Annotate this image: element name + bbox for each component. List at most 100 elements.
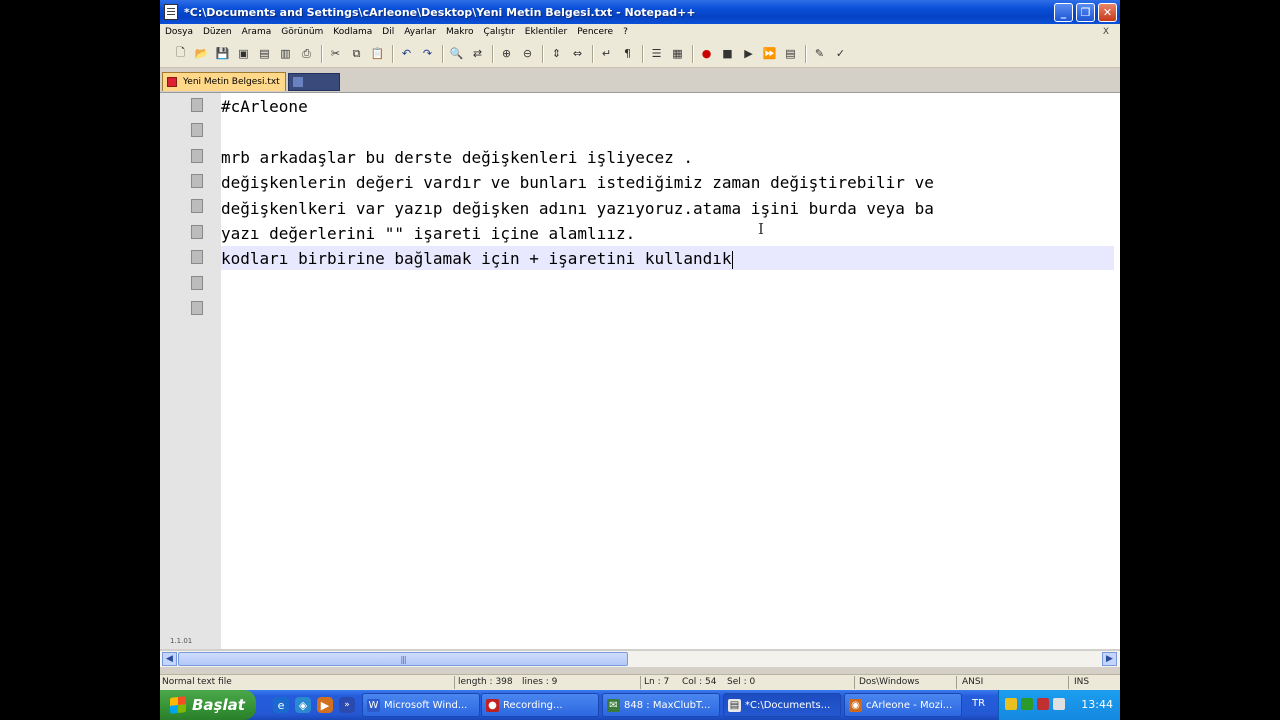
status-encoding: ANSI [962, 677, 984, 687]
redo-icon[interactable]: ↷ [419, 45, 436, 62]
wrap-icon[interactable]: ↵ [598, 45, 615, 62]
menu-makro[interactable]: Makro [441, 27, 479, 37]
indent-guide-icon[interactable]: ☰ [648, 45, 665, 62]
media-player-icon[interactable]: ▶ [317, 697, 333, 713]
menu-duzen[interactable]: Düzen [198, 27, 237, 37]
scroll-left-icon[interactable]: ◀ [162, 652, 177, 666]
scrollbar-thumb[interactable]: ||| [178, 652, 628, 666]
toolbar-separator [542, 44, 543, 63]
clock[interactable]: 13:44 [1081, 698, 1113, 711]
fold-marker [191, 123, 203, 137]
status-bar: Normal text file length : 398 lines : 9 … [160, 674, 1120, 691]
menu-eklentiler[interactable]: Eklentiler [520, 27, 572, 37]
all-chars-icon[interactable]: ¶ [619, 45, 636, 62]
menu-ayarlar[interactable]: Ayarlar [399, 27, 441, 37]
print-icon[interactable]: ⎙ [298, 45, 315, 62]
tray-security-icon[interactable] [1037, 698, 1049, 710]
tab-bar: Yeni Metin Belgesi.txt [160, 70, 1120, 93]
window-title: *C:\Documents and Settings\cArleone\Desk… [184, 5, 696, 19]
taskbar-button-mozilla[interactable]: ◉ cArleone - Mozi... [844, 693, 962, 717]
menu-help[interactable]: ? [618, 27, 633, 37]
toolbar-separator [492, 44, 493, 63]
toolbar-separator [805, 44, 806, 63]
menu-calistir[interactable]: Çalıştır [479, 27, 520, 37]
settings-icon[interactable]: ✓ [832, 45, 849, 62]
new-icon[interactable]: 🗋 [172, 45, 189, 62]
fold-marker [191, 149, 203, 163]
editor-line-6[interactable]: yazı değerlerini "" işareti içine alamlı… [221, 221, 635, 246]
gutter-footer: 1.1.01 [170, 637, 193, 645]
save-all-icon[interactable]: ▣ [235, 45, 252, 62]
scroll-right-icon[interactable]: ▶ [1102, 652, 1117, 666]
editor-line-7-text: kodları birbirine bağlamak için + işaret… [221, 249, 732, 268]
zoom-in-icon[interactable]: ⊕ [498, 45, 515, 62]
menu-pencere[interactable]: Pencere [572, 27, 618, 37]
cut-icon[interactable]: ✂ [327, 45, 344, 62]
horizontal-scrollbar[interactable]: ◀ ||| ▶ [160, 650, 1120, 667]
find-icon[interactable]: 🔍 [448, 45, 465, 62]
editor-line-3[interactable]: mrb arkadaşlar bu derste değişkenleri iş… [221, 145, 693, 170]
save-icon[interactable]: 💾 [214, 45, 231, 62]
close-button[interactable]: ✕ [1098, 2, 1117, 22]
taskbar-label: Recording... [503, 699, 563, 711]
start-label: Başlat [192, 696, 245, 714]
taskbar-button-recording[interactable]: ● Recording... [481, 693, 599, 717]
ie-icon[interactable]: e [273, 697, 289, 713]
text-editor[interactable]: #cArleone mrb arkadaşlar bu derste değiş… [221, 93, 1120, 649]
menu-dil[interactable]: Dil [377, 27, 399, 37]
save-macro-icon[interactable]: ▤ [782, 45, 799, 62]
tab-yeni-metin-belgesi[interactable]: Yeni Metin Belgesi.txt [162, 72, 286, 91]
menu-gorunum[interactable]: Görünüm [276, 27, 328, 37]
tab-second[interactable] [288, 73, 340, 91]
toolbar-separator [692, 44, 693, 63]
sync-h-icon[interactable]: ⇔ [569, 45, 586, 62]
status-separator [454, 676, 455, 689]
close-doc-icon[interactable]: X [1098, 27, 1114, 37]
taskbar-button-maxclub[interactable]: ✉ 848 : MaxClubT... [602, 693, 720, 717]
copy-icon[interactable]: ⧉ [348, 45, 365, 62]
maximize-button[interactable]: ❐ [1076, 2, 1095, 22]
taskbar: Başlat e ◈ ▶ » W Microsoft Wind... ● Rec… [160, 690, 1120, 720]
status-length: length : 398 [458, 677, 513, 687]
doc-map-icon[interactable]: ▦ [669, 45, 686, 62]
language-indicator[interactable]: TR [972, 698, 985, 709]
spellcheck-icon[interactable]: ✎ [811, 45, 828, 62]
minimize-button[interactable]: _ [1054, 2, 1073, 22]
show-desktop-icon[interactable]: ◈ [295, 697, 311, 713]
status-separator [1068, 676, 1069, 689]
sync-v-icon[interactable]: ⇕ [548, 45, 565, 62]
open-icon[interactable]: 📂 [193, 45, 210, 62]
undo-icon[interactable]: ↶ [398, 45, 415, 62]
editor-line-7[interactable]: kodları birbirine bağlamak için + işaret… [221, 246, 733, 271]
menu-dosya[interactable]: Dosya [160, 27, 198, 37]
menu-arama[interactable]: Arama [237, 27, 277, 37]
stop-macro-icon[interactable]: ■ [719, 45, 736, 62]
fold-marker [191, 174, 203, 188]
paste-icon[interactable]: 📋 [369, 45, 386, 62]
close-all-icon[interactable]: ▥ [277, 45, 294, 62]
quicklaunch-expand-icon[interactable]: » [339, 697, 355, 713]
tray-network-icon[interactable] [1021, 698, 1033, 710]
mouse-ibeam-cursor: I [758, 220, 764, 238]
close-icon[interactable]: ▤ [256, 45, 273, 62]
replace-icon[interactable]: ⇄ [469, 45, 486, 62]
editor-line-1[interactable]: #cArleone [221, 94, 308, 119]
editor-line-4[interactable]: değişkenlerin değeri vardır ve bunları i… [221, 170, 934, 195]
play-macro-icon[interactable]: ▶ [740, 45, 757, 62]
record-macro-icon[interactable]: ● [698, 45, 715, 62]
menu-kodlama[interactable]: Kodlama [328, 27, 377, 37]
zoom-out-icon[interactable]: ⊖ [519, 45, 536, 62]
taskbar-button-microsoft-word[interactable]: W Microsoft Wind... [362, 693, 480, 717]
tray-volume-icon[interactable] [1053, 698, 1065, 710]
toolbar-separator [392, 44, 393, 63]
title-bar[interactable]: *C:\Documents and Settings\cArleone\Desk… [160, 0, 1120, 24]
line-number-gutter[interactable]: 1.1.01 [160, 93, 222, 649]
run-macro-multiple-icon[interactable]: ⏩ [761, 45, 778, 62]
start-button[interactable]: Başlat [160, 690, 256, 720]
editor-line-5[interactable]: değişkenlkeri var yazıp değişken adını y… [221, 196, 934, 221]
status-eol: Dos\Windows [859, 677, 920, 687]
tray-app-icon[interactable] [1005, 698, 1017, 710]
taskbar-button-notepad[interactable]: ▤ *C:\Documents... [723, 693, 841, 717]
fold-marker [191, 98, 203, 112]
file-icon [293, 77, 303, 87]
